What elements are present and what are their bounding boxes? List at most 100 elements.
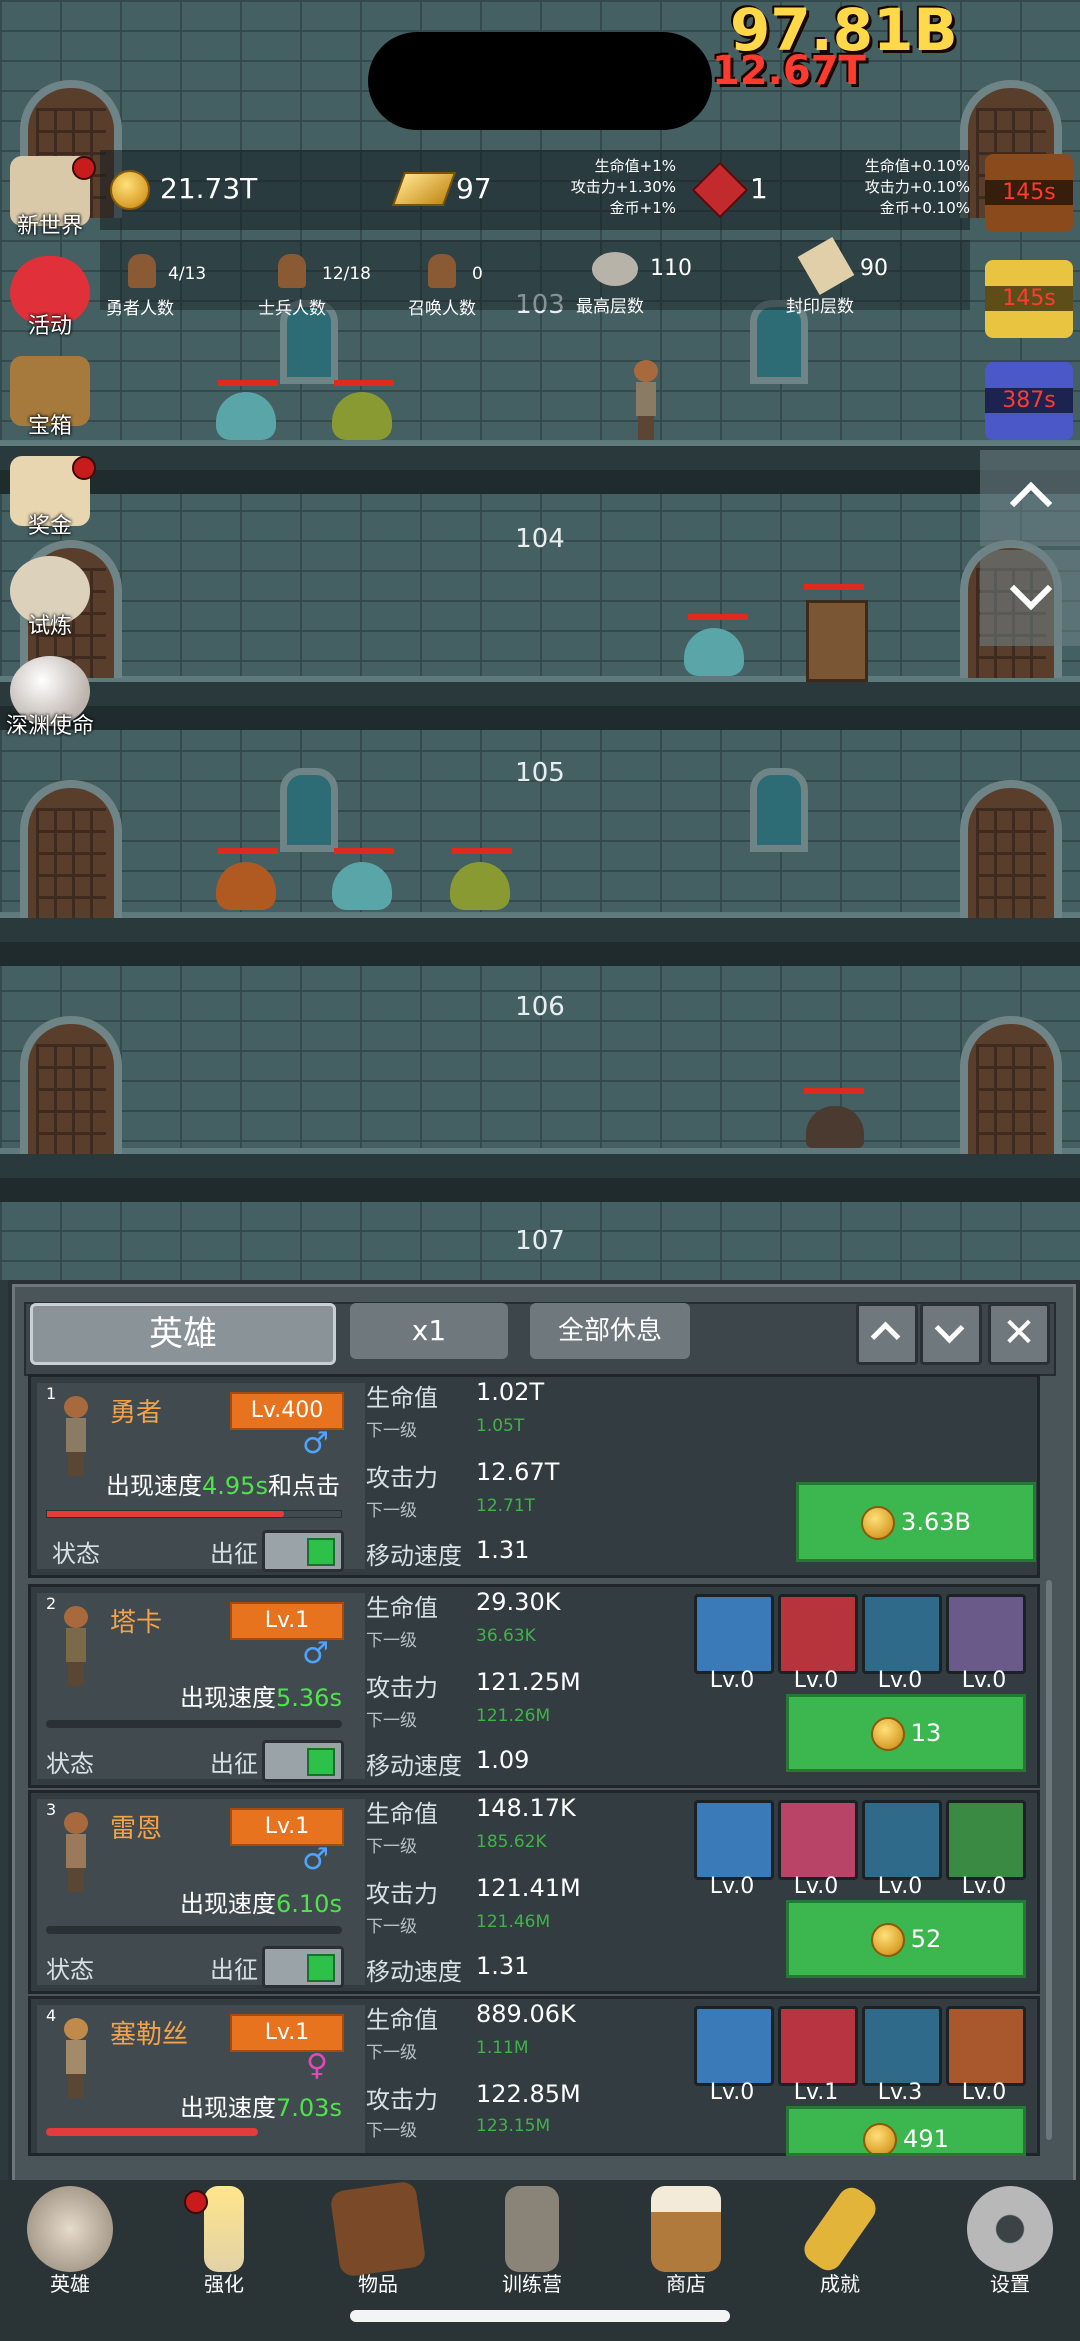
hero-list-scrollbar[interactable] xyxy=(1046,1580,1052,2140)
book-icon xyxy=(329,2180,427,2278)
nav-training-camp[interactable]: 训练营 xyxy=(462,2186,602,2297)
close-button[interactable]: ✕ xyxy=(988,1303,1050,1365)
shield-skill-icon[interactable] xyxy=(694,2006,774,2086)
notification-dot xyxy=(184,2190,208,2214)
nav-shop[interactable]: 商店 xyxy=(616,2186,756,2297)
notification-dot xyxy=(72,456,96,480)
floor-up-button[interactable] xyxy=(980,450,1080,546)
hero-hp-bar xyxy=(46,2128,258,2136)
sword-skill-icon[interactable] xyxy=(694,1800,774,1880)
level-up-button[interactable]: 491 xyxy=(786,2106,1026,2156)
nav-settings[interactable]: 设置 xyxy=(940,2186,1080,2297)
battle-axe-skill-icon[interactable] xyxy=(778,1594,858,1674)
floor-down-button[interactable] xyxy=(980,550,1080,646)
hero-appear-speed: 出现速度7.03s xyxy=(180,2094,342,2122)
side-menu-abyss-mission[interactable]: 深渊使命 xyxy=(4,656,96,740)
deploy-toggle[interactable] xyxy=(262,1946,344,1988)
level-up-button[interactable]: 52 xyxy=(786,1900,1026,1978)
atk-label: 攻击力 xyxy=(366,1880,438,1908)
mimic-chest-enemy[interactable] xyxy=(806,600,868,682)
atk-value: 121.41M xyxy=(476,1874,581,1902)
axe-skill-icon[interactable] xyxy=(694,1594,774,1674)
highest-floor-label: 最高层数 xyxy=(576,297,644,317)
tab-heroes[interactable]: 英雄 xyxy=(30,1303,336,1365)
nav-enhance[interactable]: 强化 xyxy=(154,2186,294,2297)
status-label: 状态 xyxy=(46,1750,94,1778)
chevron-down-icon xyxy=(1009,567,1053,611)
sealed-floor-value: 90 xyxy=(860,256,888,281)
scroll-down-button[interactable] xyxy=(920,1303,982,1365)
hp-value: 148.17K xyxy=(476,1794,576,1822)
hero-name: 勇者 xyxy=(110,1398,163,1428)
buff-candle[interactable]: 145s xyxy=(985,260,1073,338)
side-menu-event[interactable]: 活动 xyxy=(4,256,96,340)
home-indicator[interactable] xyxy=(350,2310,730,2322)
side-menu-trial[interactable]: 试炼 xyxy=(4,556,96,640)
gold-coin-icon xyxy=(870,1923,905,1957)
skill-level: Lv.0 xyxy=(709,1668,755,1693)
buff-meat[interactable]: 145s xyxy=(985,154,1073,232)
gold-icon xyxy=(110,170,150,214)
floor-gap xyxy=(0,1178,1080,1202)
side-menu-chest[interactable]: 宝箱 xyxy=(4,356,96,440)
hero-name: 塞勒丝 xyxy=(110,2020,189,2050)
atk-next-value: 121.46M xyxy=(476,1912,551,1932)
floor-number: 106 xyxy=(515,992,565,1022)
deploy-toggle[interactable] xyxy=(262,1530,344,1572)
skull-icon xyxy=(27,2186,113,2272)
hero-portrait xyxy=(60,1812,90,1892)
buff-scroll[interactable]: 387s xyxy=(985,362,1073,440)
notification-dot xyxy=(72,156,96,180)
next-level-label: 下一级 xyxy=(366,1501,417,1521)
status-label: 状态 xyxy=(52,1540,100,1568)
skill-level: Lv.0 xyxy=(961,2080,1007,2105)
deploy-label: 出征 xyxy=(210,1750,258,1778)
fire-skill-icon[interactable] xyxy=(946,2006,1026,2086)
boots-skill-icon[interactable] xyxy=(862,1800,942,1880)
hero-portrait xyxy=(60,1396,90,1476)
hero-level-badge: Lv.1 xyxy=(230,1602,344,1640)
snake-skill-icon[interactable] xyxy=(946,1800,1026,1880)
atk-label: 攻击力 xyxy=(366,2086,438,2114)
rest-all-button[interactable]: 全部休息 xyxy=(530,1303,690,1359)
level-up-button[interactable]: 3.63B xyxy=(796,1482,1036,1562)
skill-level: Lv.0 xyxy=(961,1874,1007,1899)
deploy-toggle[interactable] xyxy=(262,1740,344,1782)
gold-bar-amount: 97 xyxy=(456,172,492,205)
next-level-label: 下一级 xyxy=(366,1917,417,1937)
hero-level-badge: Lv.1 xyxy=(230,2014,344,2052)
monster-skill-icon[interactable] xyxy=(778,2006,858,2086)
scroll-up-button[interactable] xyxy=(856,1303,918,1365)
brave-icon xyxy=(128,254,156,288)
hero-index: 3 xyxy=(46,1800,57,1819)
gold-bar-bonus: 生命值+1% 攻击力+1.30% 金币+1% xyxy=(570,157,676,217)
crossbow-skill-icon[interactable] xyxy=(946,1594,1026,1674)
hp-next-value: 1.11M xyxy=(476,2038,529,2058)
hero-appear-speed: 出现速度4.95s和点击 xyxy=(106,1472,340,1500)
camera-notch xyxy=(368,32,712,130)
hp-value: 889.06K xyxy=(476,2000,576,2028)
summon-icon xyxy=(428,254,456,288)
hero-portrait xyxy=(60,2018,90,2098)
level-up-button[interactable]: 13 xyxy=(786,1694,1026,1772)
nav-heroes[interactable]: 英雄 xyxy=(0,2186,140,2297)
brave-label: 勇者人数 xyxy=(106,299,174,319)
dungeon-door xyxy=(960,780,1062,918)
atk-label: 攻击力 xyxy=(366,1674,438,1702)
female-icon: ♀ xyxy=(306,2048,328,2083)
skill-level: Lv.3 xyxy=(877,2080,923,2105)
nav-items[interactable]: 物品 xyxy=(308,2180,448,2297)
dungeon-door xyxy=(20,780,122,918)
summon-count: 0 xyxy=(472,264,483,284)
nav-achievements[interactable]: 成就 xyxy=(770,2182,910,2297)
beer-mug-icon xyxy=(651,2186,721,2272)
boots-skill-icon[interactable] xyxy=(862,2006,942,2086)
summon-label: 召唤人数 xyxy=(408,299,476,319)
hp-next-value: 185.62K xyxy=(476,1832,547,1852)
dungeon-window xyxy=(750,768,808,852)
floor-number: 105 xyxy=(515,758,565,788)
speed-multiplier-button[interactable]: x1 xyxy=(350,1303,508,1359)
hp-next-value: 36.63K xyxy=(476,1626,536,1646)
dagger-skill-icon[interactable] xyxy=(778,1800,858,1880)
boots-skill-icon[interactable] xyxy=(862,1594,942,1674)
